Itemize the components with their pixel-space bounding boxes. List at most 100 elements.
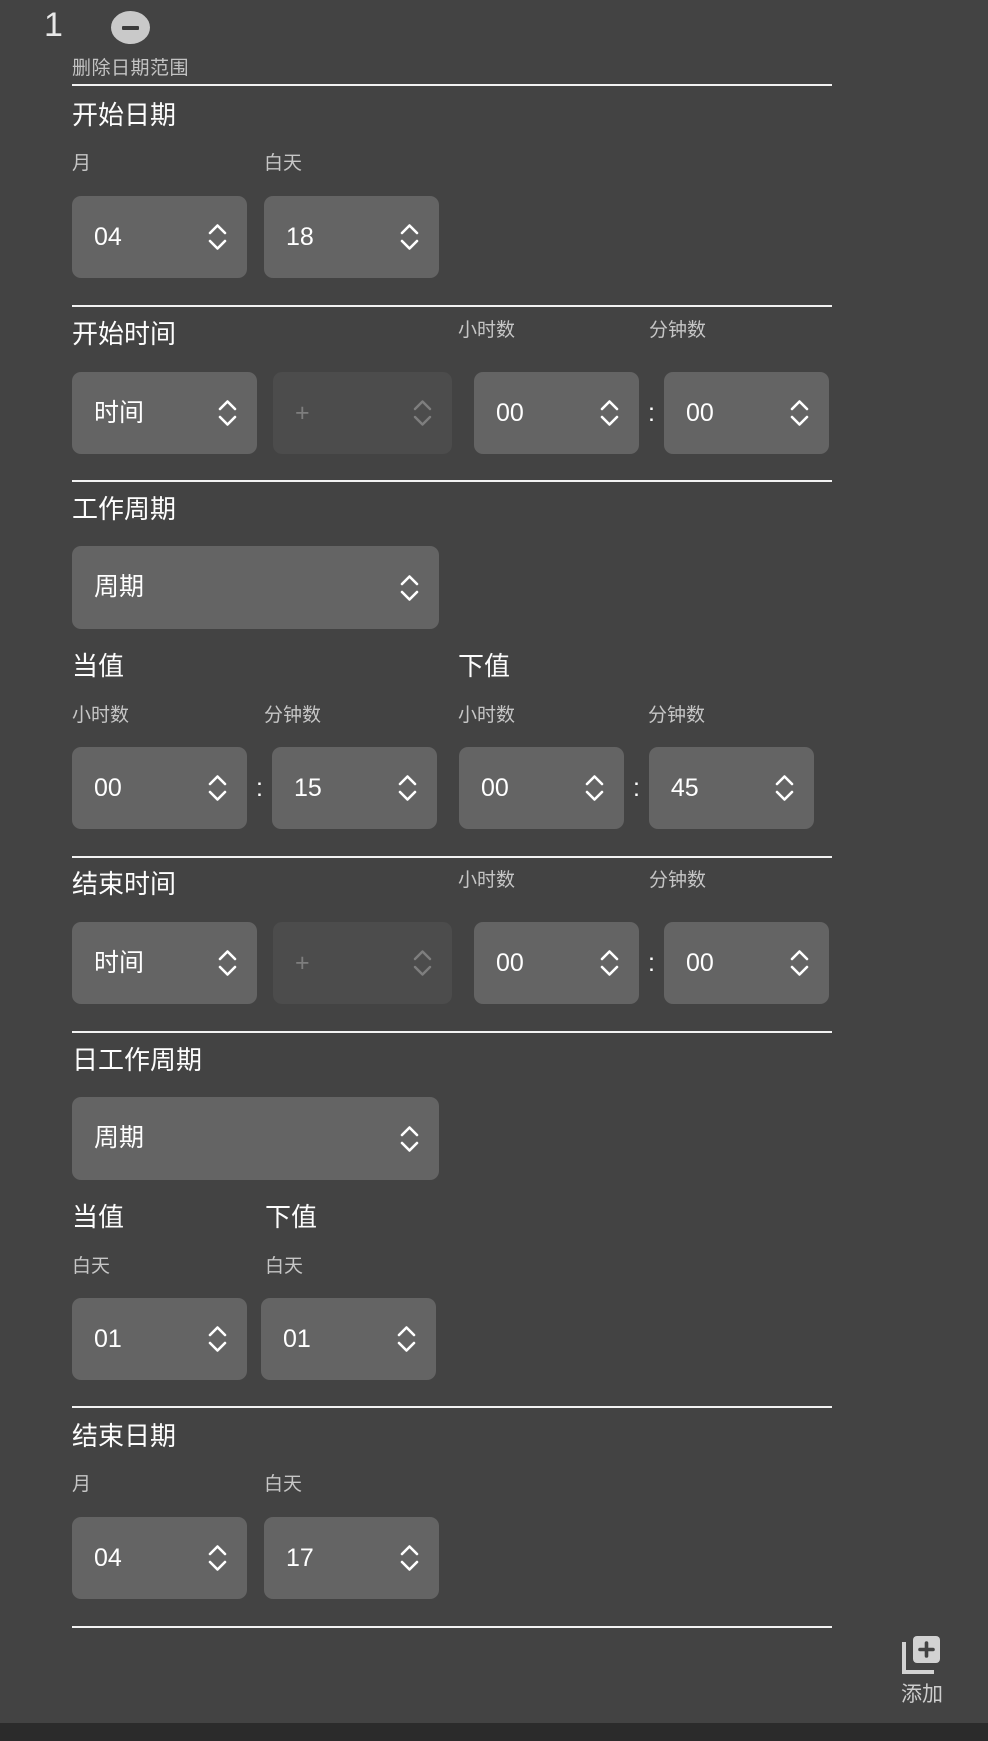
work-cycle-off-hour-stepper[interactable]: 00 [458, 747, 624, 829]
start-date-month-label: 月 [72, 153, 92, 174]
day-work-cycle-off-day-stepper[interactable]: 01 [261, 1298, 436, 1380]
start-time-offset-value: + [295, 398, 310, 427]
start-time-minute-value: 00 [685, 398, 714, 427]
end-date-month-stepper[interactable]: 04 [72, 1517, 247, 1599]
work-cycle-on-hour-value: 00 [94, 773, 122, 802]
end-date-day-label: 白天 [264, 1474, 303, 1495]
stepper-arrows-icon[interactable] [400, 1545, 419, 1572]
stepper-arrows-icon[interactable] [208, 775, 227, 802]
end-time-separator: : [648, 949, 655, 977]
end-date-month-value: 04 [94, 1543, 122, 1572]
section-day-work-cycle: 日工作周期 周期 当值 下值 白天 白天 01 01 [0, 1033, 988, 1380]
minus-glyph [122, 25, 139, 30]
section-work-cycle: 工作周期 周期 当值 下值 小时数 分钟数 小时数 分钟数 00: 15 00… [0, 482, 988, 829]
start-time-hour-value: 00 [496, 398, 524, 427]
end-time-mode-value: 时间 [94, 948, 145, 977]
start-time-mode-stepper[interactable]: 时间 [72, 372, 257, 454]
day-work-cycle-on-day-label: 白天 [72, 1256, 111, 1277]
end-date-day-stepper[interactable]: 17 [264, 1517, 439, 1599]
work-cycle-title: 工作周期 [72, 494, 177, 524]
work-cycle-on-minute-label: 分钟数 [264, 705, 322, 726]
stepper-arrows-icon[interactable] [208, 1326, 227, 1353]
stepper-arrows-icon[interactable] [600, 950, 619, 977]
day-work-cycle-on-label: 当值 [72, 1202, 125, 1232]
stepper-arrows-icon [413, 950, 432, 977]
stepper-arrows-icon[interactable] [208, 1545, 227, 1572]
stepper-arrows-icon[interactable] [790, 950, 809, 977]
work-cycle-on-hour-stepper[interactable]: 00 [72, 747, 247, 829]
range-header: 1 删除日期范围 [0, 0, 988, 84]
day-work-cycle-mode-stepper[interactable]: 周期 [72, 1097, 439, 1180]
work-cycle-off-minute-stepper[interactable]: 45 [648, 747, 814, 829]
stepper-arrows-icon[interactable] [585, 775, 604, 802]
work-cycle-on-minute-value: 15 [293, 773, 322, 802]
library-add-icon [900, 1632, 944, 1681]
day-work-cycle-on-day-stepper[interactable]: 01 [72, 1298, 247, 1380]
start-time-separator: : [648, 399, 655, 427]
end-time-minute-label: 分钟数 [649, 870, 707, 891]
work-cycle-off-label: 下值 [458, 651, 511, 681]
end-time-hour-value: 00 [496, 948, 524, 977]
end-time-offset-value: + [295, 948, 310, 977]
stepper-arrows-icon[interactable] [600, 400, 619, 427]
start-time-minute-label: 分钟数 [649, 320, 707, 341]
work-cycle-mode-stepper[interactable]: 周期 [72, 546, 439, 629]
start-date-title: 开始日期 [72, 100, 177, 130]
section-start-time: 开始时间 小时数 分钟数 时间 + 00: 00 [0, 307, 988, 454]
stepper-arrows-icon[interactable] [790, 400, 809, 427]
stepper-arrows-icon[interactable] [218, 400, 237, 427]
add-button[interactable]: 添加 [900, 1632, 944, 1705]
work-cycle-on-hour-label: 小时数 [72, 705, 130, 726]
end-time-hour-label: 小时数 [458, 870, 516, 891]
add-button-label: 添加 [901, 1683, 943, 1706]
minus-circle-icon[interactable] [111, 11, 150, 44]
stepper-arrows-icon[interactable] [400, 1125, 419, 1152]
stepper-arrows-icon [413, 400, 432, 427]
stepper-arrows-icon[interactable] [218, 950, 237, 977]
end-time-minute-stepper[interactable]: 00 [663, 922, 829, 1004]
section-start-date: 开始日期 月 04 白天 18 [0, 86, 988, 278]
start-time-hour-stepper[interactable]: 00 [474, 372, 639, 454]
end-time-hour-stepper[interactable]: 00 [474, 922, 639, 1004]
stepper-arrows-icon[interactable] [208, 224, 227, 251]
day-work-cycle-off-label: 下值 [265, 1202, 318, 1232]
section-end-time: 结束时间 小时数 分钟数 时间 + 00: 00 [0, 858, 988, 1004]
stepper-arrows-icon[interactable] [397, 1326, 416, 1353]
start-time-minute-stepper[interactable]: 00 [663, 372, 829, 454]
work-cycle-off-minute-value: 45 [670, 773, 699, 802]
stepper-arrows-icon[interactable] [400, 574, 419, 601]
end-time-mode-stepper[interactable]: 时间 [72, 922, 257, 1004]
start-time-mode-value: 时间 [94, 398, 145, 427]
stepper-arrows-icon[interactable] [400, 224, 419, 251]
remove-date-range-label[interactable]: 删除日期范围 [72, 53, 189, 80]
end-time-minute-value: 00 [685, 948, 714, 977]
start-time-title: 开始时间 [72, 319, 177, 349]
day-work-cycle-off-day-value: 01 [283, 1324, 311, 1353]
start-date-day-stepper[interactable]: 18 [264, 196, 439, 278]
day-work-cycle-off-day-label: 白天 [265, 1256, 304, 1277]
end-date-title: 结束日期 [72, 1421, 177, 1451]
work-cycle-off-hour-value: 00 [480, 773, 509, 802]
work-cycle-on-separator: : [256, 774, 263, 802]
work-cycle-on-label: 当值 [72, 651, 125, 681]
date-range-editor-screen: 1 删除日期范围 开始日期 月 04 白天 18 开始时间 小时数 分钟数 时间… [0, 0, 988, 1741]
section-end-date: 结束日期 月 04 白天 17 [0, 1408, 988, 1599]
stepper-arrows-icon[interactable] [398, 775, 417, 802]
divider [72, 1626, 832, 1628]
work-cycle-off-separator: : [632, 774, 640, 802]
end-time-title: 结束时间 [72, 869, 177, 899]
day-work-cycle-title: 日工作周期 [72, 1045, 203, 1075]
day-work-cycle-on-day-value: 01 [94, 1324, 122, 1353]
range-index: 1 [44, 6, 63, 44]
work-cycle-off-hour-label: 小时数 [458, 705, 516, 726]
start-date-day-label: 白天 [264, 153, 303, 174]
work-cycle-off-minute-label: 分钟数 [648, 705, 706, 726]
end-date-month-label: 月 [72, 1474, 92, 1495]
stepper-arrows-icon[interactable] [775, 775, 794, 802]
start-date-month-value: 04 [94, 222, 122, 251]
system-nav-bar [0, 1723, 988, 1741]
start-date-day-value: 18 [286, 222, 314, 251]
work-cycle-on-minute-stepper[interactable]: 15 [271, 747, 437, 829]
end-time-offset-stepper: + [273, 922, 452, 1004]
start-date-month-stepper[interactable]: 04 [72, 196, 247, 278]
